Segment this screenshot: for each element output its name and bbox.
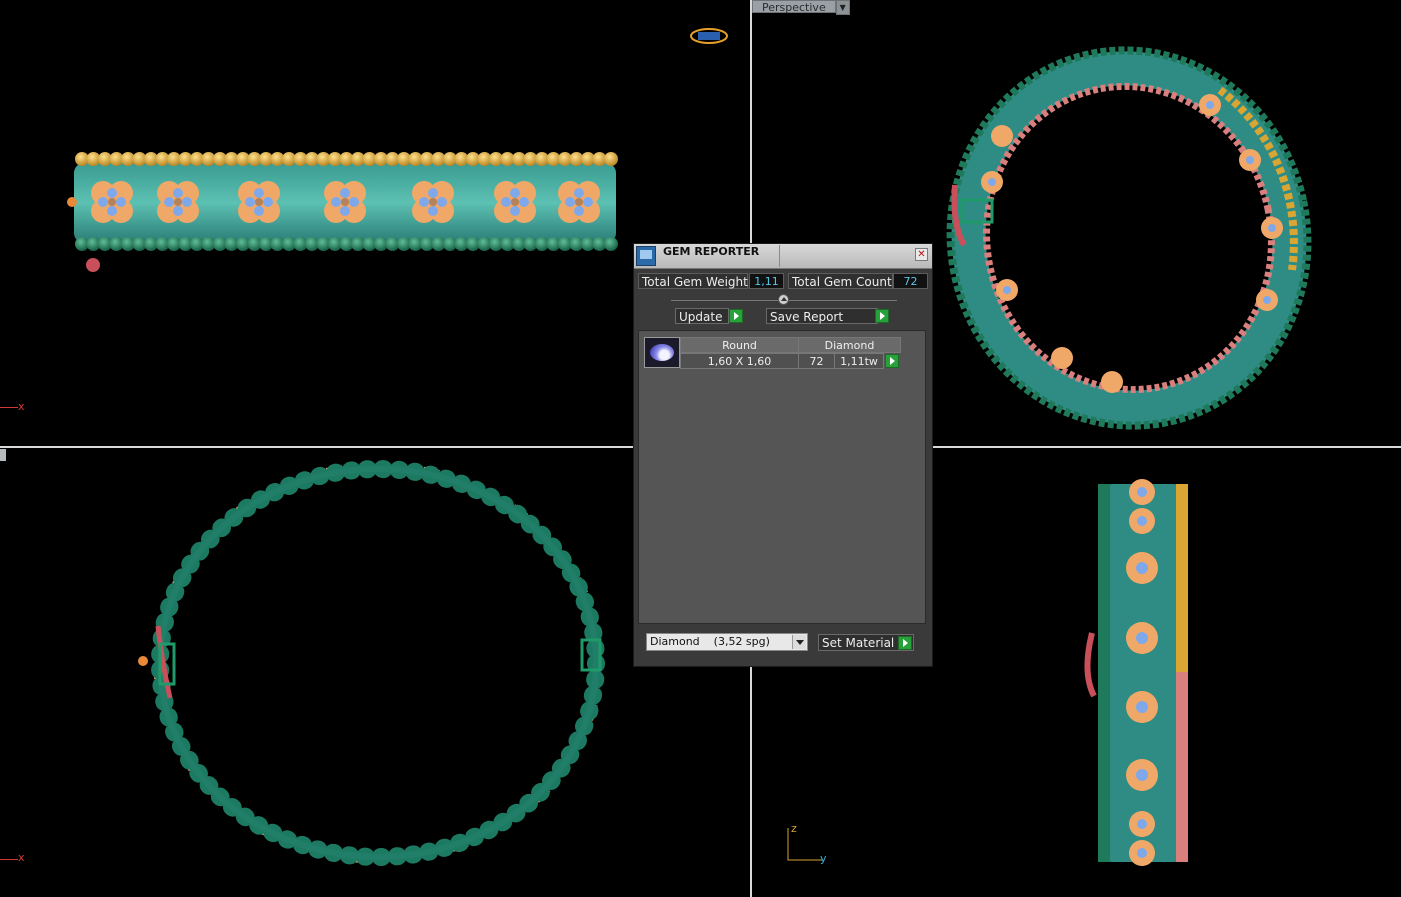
gem-size-cell[interactable]: 1,60 X 1,60 bbox=[680, 353, 799, 369]
gem-reporter-panel: GEM REPORTER ✕ Total Gem Weight 1,11 Tot… bbox=[633, 243, 933, 667]
axis-label-z: z bbox=[791, 822, 797, 835]
update-button[interactable]: Update bbox=[675, 308, 729, 324]
round-gem-icon[interactable] bbox=[644, 337, 680, 368]
gem-reporter-title: GEM REPORTER bbox=[663, 245, 760, 258]
gold-bead bbox=[604, 152, 618, 166]
collapse-arrow-icon[interactable] bbox=[778, 294, 789, 305]
table-header-material: Diamond bbox=[798, 337, 901, 353]
material-select[interactable]: Diamond (3,52 spg) bbox=[646, 633, 808, 651]
axis-label-x: x bbox=[18, 851, 25, 864]
x-axis-line bbox=[0, 407, 18, 408]
chevron-down-icon[interactable]: ▼ bbox=[835, 0, 850, 15]
row-select-go-icon[interactable] bbox=[885, 354, 899, 368]
axis-label-y: y bbox=[820, 852, 827, 865]
total-gem-weight-label: Total Gem Weight bbox=[638, 273, 748, 289]
gem-reporter-icon bbox=[636, 246, 656, 266]
total-gem-count-value: 72 bbox=[893, 273, 928, 289]
chevron-down-icon[interactable] bbox=[792, 635, 806, 649]
set-material-go-icon[interactable] bbox=[898, 636, 912, 650]
save-report-go-icon[interactable] bbox=[875, 309, 889, 323]
perspective-label[interactable]: Perspective bbox=[752, 0, 836, 14]
gem-count-cell[interactable]: 72 bbox=[798, 353, 835, 369]
titlebar-separator bbox=[779, 245, 780, 267]
gem-reporter-titlebar[interactable]: GEM REPORTER ✕ bbox=[634, 244, 932, 269]
x-axis-line bbox=[0, 859, 18, 860]
total-gem-count-label: Total Gem Count bbox=[788, 273, 893, 289]
material-select-value: Diamond (3,52 spg) bbox=[650, 635, 770, 648]
save-report-button[interactable]: Save Report bbox=[766, 308, 878, 324]
green-bead bbox=[604, 237, 618, 251]
gem-list[interactable]: Round Diamond 1,60 X 1,60 72 1,11tw bbox=[638, 330, 926, 624]
table-header-shape: Round bbox=[680, 337, 799, 353]
gem-weight-cell[interactable]: 1,11tw bbox=[834, 353, 884, 369]
axis-label-x: x bbox=[18, 400, 25, 413]
update-go-icon[interactable] bbox=[729, 309, 743, 323]
close-icon[interactable]: ✕ bbox=[915, 248, 928, 261]
viewport-corner-handle[interactable] bbox=[0, 449, 6, 461]
view-cube-icon[interactable] bbox=[688, 25, 730, 47]
total-gem-weight-value: 1,11 bbox=[749, 273, 784, 289]
perspective-view-menu[interactable]: Perspective ▼ bbox=[752, 0, 850, 15]
